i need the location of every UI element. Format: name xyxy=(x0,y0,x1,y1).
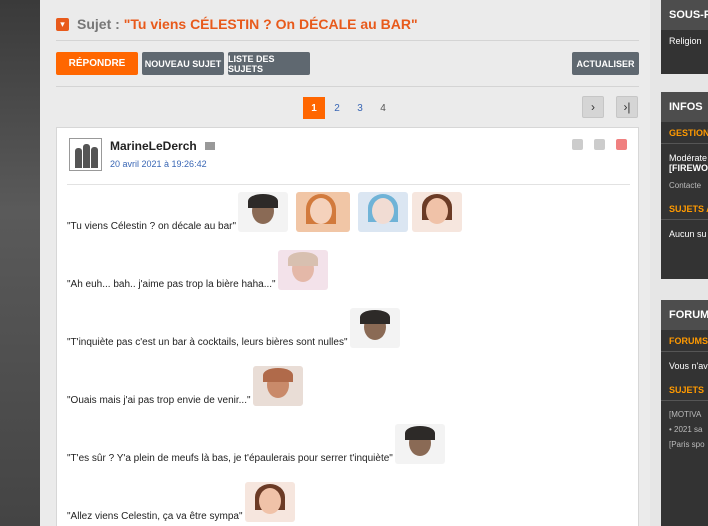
avatar[interactable] xyxy=(69,138,102,171)
avatar-figure xyxy=(75,148,82,168)
sticker-crying-man xyxy=(277,250,328,290)
sidebar-subject-item[interactable]: • 2021 sa xyxy=(661,419,708,434)
sticker-crying-man xyxy=(252,366,303,406)
sticker-bearded-man xyxy=(238,192,289,232)
divider xyxy=(661,351,708,352)
forum-post: MarineLeDerch 20 avril 2021 à 19:26:42 "… xyxy=(56,127,639,526)
sidebar-forums-title: FORUMS xyxy=(661,300,708,330)
sidebar: SOUS-F Religion INFOS GESTION Modérate [… xyxy=(661,0,708,526)
next-page-button[interactable]: › xyxy=(582,96,604,118)
post-line-text: "Ouais mais j'ai pas trop envie de venir… xyxy=(67,395,251,406)
sticker-brunette-woman xyxy=(244,482,295,522)
new-topic-button[interactable]: NOUVEAU SUJET xyxy=(142,52,224,75)
multiquote-icon[interactable] xyxy=(594,139,605,150)
post-line: "Ouais mais j'ai pas trop envie de venir… xyxy=(67,366,303,406)
topic-list-button[interactable]: LISTE DES SUJETS xyxy=(228,52,310,75)
sidebar-subforums-title: SOUS-F xyxy=(661,0,708,30)
post-divider xyxy=(67,184,630,185)
sidebar-forums: FORUMS FORUMS Vous n'av SUJETS [MOTIVA •… xyxy=(661,300,708,526)
sticker-blue-hair-girl xyxy=(358,192,409,232)
divider xyxy=(56,40,639,41)
post-date[interactable]: 20 avril 2021 à 19:26:42 xyxy=(110,159,207,169)
divider xyxy=(661,219,708,220)
sidebar-infos: INFOS GESTION Modérate [FIREWO Contacte … xyxy=(661,92,708,279)
sidebar-contact-link[interactable]: Contacte xyxy=(661,173,708,190)
divider xyxy=(661,143,708,144)
sidebar-forums-subtitle: FORUMS xyxy=(669,336,708,346)
report-icon[interactable] xyxy=(616,139,627,150)
subject-prefix: Sujet : xyxy=(77,16,120,32)
post-line-text: "T'es sûr ? Y'a plein de meufs là bas, j… xyxy=(67,453,393,464)
page-link-2[interactable]: 2 xyxy=(326,97,348,119)
sidebar-infos-title: INFOS xyxy=(661,92,708,122)
page-link-1[interactable]: 1 xyxy=(303,97,325,119)
sidebar-subforums: SOUS-F Religion xyxy=(661,0,708,74)
divider xyxy=(56,86,639,87)
collapse-toggle-icon[interactable]: ▾ xyxy=(56,17,69,31)
author-name[interactable]: MarineLeDerch xyxy=(110,139,197,153)
sidebar-subjects-none: Aucun su xyxy=(669,229,707,239)
avatar-figure xyxy=(91,147,98,168)
page-link-4[interactable]: 4 xyxy=(372,97,394,119)
post-line-text: "Tu viens Célestin ? on décale au bar" xyxy=(67,221,237,232)
mail-icon[interactable] xyxy=(205,142,215,150)
sidebar-subject-item[interactable]: [Paris spo xyxy=(661,434,708,449)
refresh-button[interactable]: ACTUALISER xyxy=(572,52,639,75)
quote-icon[interactable] xyxy=(572,139,583,150)
reply-button[interactable]: RÉPONDRE xyxy=(56,52,138,75)
avatar-figure xyxy=(83,144,90,168)
last-page-button[interactable]: ›| xyxy=(616,96,638,118)
sidebar-forums-text: Vous n'av xyxy=(669,361,708,371)
post-line-text: "T'inquiète pas c'est un bar à cocktails… xyxy=(67,337,348,348)
post-line-text: "Ah euh... bah.. j'aime pas trop la bièr… xyxy=(67,279,276,290)
page-background xyxy=(0,0,40,526)
post-line: "T'inquiète pas c'est un bar à cocktails… xyxy=(67,308,400,348)
sidebar-subjects-title: SUJETS A xyxy=(669,204,708,214)
post-line: "T'es sûr ? Y'a plein de meufs là bas, j… xyxy=(67,424,445,464)
post-line-text: "Allez viens Celestin, ça va être sympa" xyxy=(67,511,243,522)
post-line: "Allez viens Celestin, ça va être sympa" xyxy=(67,482,295,522)
last-page-icon: ›| xyxy=(623,100,631,114)
sidebar-gestion-title: GESTION xyxy=(669,128,708,138)
sticker-redhead-woman xyxy=(296,192,351,232)
topic-header: ▾ Sujet : "Tu viens CÉLESTIN ? On DÉCALE… xyxy=(56,16,418,32)
sidebar-moderators-label: Modérate xyxy=(669,153,708,163)
sticker-bearded-man xyxy=(394,424,445,464)
post-line: "Ah euh... bah.. j'aime pas trop la bièr… xyxy=(67,250,328,290)
sidebar-forum-subjects-title: SUJETS xyxy=(669,385,705,395)
topic-title: "Tu viens CÉLESTIN ? On DÉCALE au BAR" xyxy=(123,16,418,32)
pagination: 1 2 3 4 xyxy=(303,97,395,119)
sidebar-subject-item[interactable]: [MOTIVA xyxy=(661,406,708,419)
sidebar-moderators-value[interactable]: [FIREWO xyxy=(661,163,708,173)
sticker-brunette-woman xyxy=(412,192,463,232)
divider xyxy=(661,400,708,401)
sidebar-subforum-item[interactable]: Religion xyxy=(661,30,708,46)
post-line: "Tu viens Célestin ? on décale au bar" xyxy=(67,192,463,232)
page-link-3[interactable]: 3 xyxy=(349,97,371,119)
sticker-bearded-man xyxy=(349,308,400,348)
chevron-right-icon: › xyxy=(591,100,595,114)
